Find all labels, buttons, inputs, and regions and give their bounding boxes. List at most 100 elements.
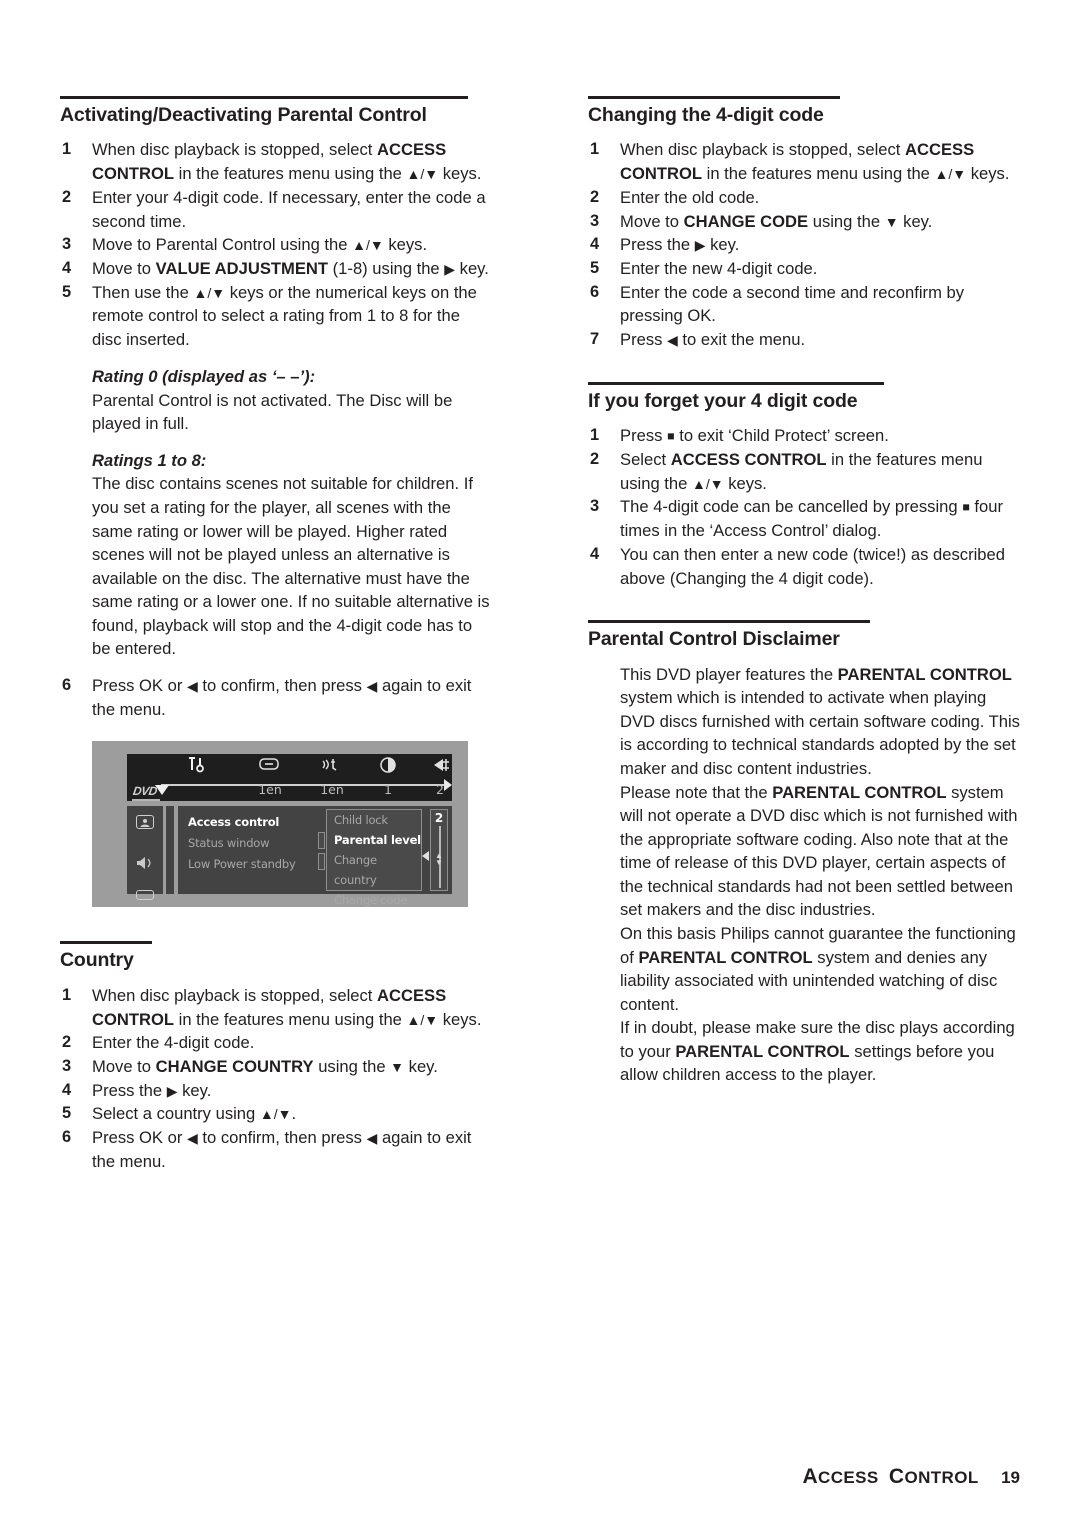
list-item: 3 Move to CHANGE CODE using the ▼ key. xyxy=(588,210,1020,234)
step-number: 4 xyxy=(590,235,600,254)
step-number: 5 xyxy=(62,282,72,301)
exit-icon[interactable] xyxy=(429,756,453,779)
value-updown-arrows-icon[interactable]: ▲ ▼ xyxy=(435,852,443,867)
osd-side-icon-strip xyxy=(127,806,163,901)
footer-title-text2: C xyxy=(888,1465,905,1488)
step-number: 4 xyxy=(62,1080,72,1099)
section-heading-changing-code: Changing the 4-digit code xyxy=(588,104,824,126)
osd-divider-strip xyxy=(166,806,174,895)
dvd-logo-icon: DVD xyxy=(132,784,158,799)
step-number: 3 xyxy=(590,211,600,230)
steps-list-forget-code: 1 Press ■ to exit ‘Child Protect’ screen.… xyxy=(588,424,1020,590)
heading-rule xyxy=(588,620,870,624)
manual-page: Activating/Deactivating Parental Control… xyxy=(0,0,1080,1528)
osd-submenu-list: Child lock Parental level Change country… xyxy=(326,809,422,907)
list-item: 4 You can then enter a new code (twice!) … xyxy=(590,544,1005,588)
disclaimer-paragraph-1: This DVD player features the PARENTAL CO… xyxy=(620,664,1020,779)
list-item: 1 Press ■ to exit ‘Child Protect’ screen. xyxy=(588,424,1020,448)
list-item: 3 Move to CHANGE COUNTRY using the ▼ key. xyxy=(60,1055,492,1079)
step-number: 2 xyxy=(590,450,600,469)
list-item: 4 Press the ▶ key. xyxy=(588,233,1020,257)
settings-tools-icon[interactable] xyxy=(185,756,209,779)
settings-tools-icon-svg xyxy=(189,757,204,773)
heading-rule xyxy=(60,96,468,99)
list-item: 3 Move to Parental Control using the ▲/▼ … xyxy=(60,233,492,257)
step-number: 1 xyxy=(62,140,72,159)
menu-item-low-power-standby[interactable]: Low Power standby xyxy=(188,854,320,875)
submenu-item-parental-level[interactable]: Parental level xyxy=(327,830,421,850)
speaker-icon-svg xyxy=(137,857,151,870)
dvd-logo-underline xyxy=(132,799,160,802)
step-number: 1 xyxy=(590,140,600,159)
osd-label-audio: 1en xyxy=(320,782,344,798)
list-item: 1 When disc playback is stopped, select A… xyxy=(62,140,482,184)
display-person-icon-svg xyxy=(140,819,150,828)
note-body-ratings-1-8: The disc contains scenes not suitable fo… xyxy=(92,474,490,659)
step-number: 3 xyxy=(62,235,72,254)
footer-title: ACCESS CONTROL xyxy=(802,1465,979,1488)
list-item: 5 Enter the new 4-digit code. xyxy=(588,257,1020,281)
tv-screen-figure: 1en 1en 1 2 DVD Access control Status wi… xyxy=(92,741,468,908)
osd-label-subtitle: 1en xyxy=(258,782,282,798)
section-parental-control-disclaimer: Parental Control Disclaimer This DVD pla… xyxy=(588,620,1020,1087)
disclaimer-paragraph-2: Please note that the PARENTAL CONTROL sy… xyxy=(620,782,1018,920)
step-number: 7 xyxy=(590,330,600,349)
osd-top-bar: 1en 1en 1 2 DVD xyxy=(127,754,453,802)
submenu-left-caret-icon xyxy=(422,851,429,862)
list-item: 1 When disc playback is stopped, select A… xyxy=(62,985,482,1029)
section-heading-country: Country xyxy=(60,949,134,972)
submenu-item-child-lock[interactable]: Child lock xyxy=(327,810,421,830)
heading-rule xyxy=(588,96,840,99)
step-number: 4 xyxy=(590,544,600,563)
note-body-rating-0: Parental Control is not activated. The D… xyxy=(92,390,453,434)
list-item: 2 Enter the 4-digit code. xyxy=(60,1031,492,1055)
osd-menu-panel: Access control Status window Low Power s… xyxy=(178,806,452,907)
step-number: 1 xyxy=(590,426,600,445)
list-item: 6 Press OK or ◀ to confirm, then press ◀ … xyxy=(62,1128,472,1171)
submenu-item-change-country[interactable]: Change country xyxy=(327,850,421,890)
left-column: Activating/Deactivating Parental Control… xyxy=(60,96,492,1174)
steps-list-activating-cont: 6 Press OK or ◀ to confirm, then press ◀ … xyxy=(60,674,492,721)
step-number: 6 xyxy=(62,675,72,694)
menu-item-access-control[interactable]: Access control xyxy=(188,812,320,833)
section-if-you-forget-code: If you forget your 4 digit code 1 Press ■… xyxy=(588,381,1020,590)
osd-label-row: 1en 1en 1 2 xyxy=(127,782,452,800)
list-item: 4 Press the ▶ key. xyxy=(60,1079,492,1103)
subtitle-icon-svg xyxy=(259,758,279,771)
audio-language-icon[interactable] xyxy=(319,756,343,778)
value-adjustment-slider[interactable]: 2 ▲ ▼ xyxy=(430,809,448,892)
heading-rule xyxy=(60,941,152,945)
step-number: 6 xyxy=(62,1128,72,1147)
list-item: 1 When disc playback is stopped, select A… xyxy=(590,140,1010,184)
list-item: 6 Press OK or ◀ to confirm, then press ◀ … xyxy=(62,675,472,719)
section-activating-deactivating-parental-control: Activating/Deactivating Parental Control… xyxy=(60,96,492,721)
subtitle-icon[interactable] xyxy=(257,756,281,777)
disclaimer-paragraph-4: If in doubt, please make sure the disc p… xyxy=(620,1018,1015,1085)
section-heading-disclaimer: Parental Control Disclaimer xyxy=(588,628,840,651)
step-number: 3 xyxy=(590,497,600,516)
third-side-icon[interactable] xyxy=(136,890,154,901)
menu-tab-stub xyxy=(318,853,325,871)
step-number: 3 xyxy=(62,1056,72,1075)
steps-list-activating: 1 When disc playback is stopped, select A… xyxy=(60,138,492,351)
note-heading-rating-0: Rating 0 (displayed as ‘– –’): xyxy=(92,366,316,386)
steps-list-changing-code: 1 When disc playback is stopped, select A… xyxy=(588,138,1020,351)
note-heading-ratings-1-8: Ratings 1 to 8: xyxy=(92,450,207,470)
submenu-item-change-code[interactable]: Change code xyxy=(327,890,421,910)
right-column: Changing the 4-digit code 1 When disc pla… xyxy=(588,96,1020,1087)
list-item: 2 Select ACCESS CONTROL in the features m… xyxy=(590,450,983,493)
page-title: Activating/Deactivating Parental Control xyxy=(60,104,427,126)
list-item: 6 Enter the code a second time and reconf… xyxy=(590,282,965,326)
section-country: Country 1 When disc playback is stopped, … xyxy=(60,941,492,1173)
speaker-icon[interactable] xyxy=(135,854,155,877)
page-number: 19 xyxy=(1001,1468,1020,1487)
menu-item-status-window[interactable]: Status window xyxy=(188,833,320,854)
display-person-icon[interactable] xyxy=(136,815,154,830)
osd-label-angle: 1 xyxy=(384,782,392,798)
step-number: 5 xyxy=(62,1104,72,1123)
step-number: 5 xyxy=(590,259,600,278)
osd-label-exit: 2 xyxy=(436,782,444,798)
camera-angle-icon[interactable] xyxy=(376,756,400,779)
footer-title-text: A xyxy=(802,1465,819,1488)
list-item: 5 Select a country using ▲/▼. xyxy=(60,1102,492,1126)
